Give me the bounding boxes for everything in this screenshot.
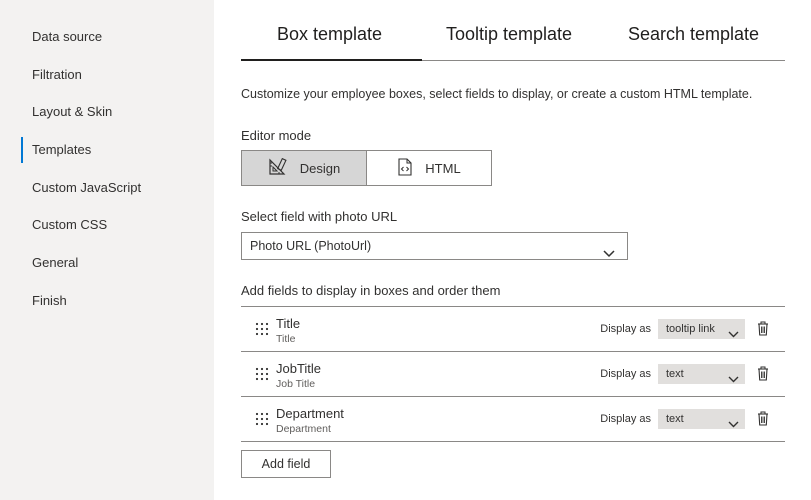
chevron-down-icon [728, 325, 739, 345]
template-tabs: Box template Tooltip template Search tem… [241, 0, 785, 61]
photo-field-label: Select field with photo URL [241, 209, 398, 224]
field-name: Department [276, 406, 344, 421]
sidebar-item-custom-javascript[interactable]: Custom JavaScript [21, 175, 214, 201]
page-description: Customize your employee boxes, select fi… [241, 87, 753, 101]
main-panel: Box template Tooltip template Search tem… [214, 0, 811, 500]
sidebar-item-finish[interactable]: Finish [21, 288, 214, 314]
field-name: JobTitle [276, 361, 322, 376]
field-subtitle: Title [276, 333, 296, 345]
field-row: Title Title Display as tooltip link [241, 307, 785, 352]
drag-handle-icon[interactable] [255, 367, 269, 386]
sidebar-item-general[interactable]: General [21, 250, 214, 276]
display-as-value: text [666, 368, 684, 380]
editor-mode-toggle: Design HTML [241, 150, 492, 186]
sidebar-item-layout-skin[interactable]: Layout & Skin [21, 99, 214, 125]
sidebar: Data source Filtration Layout & Skin Tem… [0, 0, 214, 500]
code-file-icon [397, 157, 425, 179]
sidebar-item-data-source[interactable]: Data source [21, 24, 214, 50]
design-mode-button[interactable]: Design [241, 150, 367, 186]
display-as-label: Display as [600, 368, 651, 380]
drag-handle-icon[interactable] [255, 412, 269, 431]
design-mode-label: Design [299, 160, 341, 176]
display-as-dropdown[interactable]: text [658, 409, 745, 429]
add-field-button[interactable]: Add field [241, 450, 331, 478]
display-as-value: tooltip link [666, 323, 715, 335]
field-subtitle: Department [276, 423, 331, 435]
photo-url-value: Photo URL (PhotoUrl) [250, 239, 372, 253]
delete-icon[interactable] [757, 321, 769, 341]
tab-search-template[interactable]: Search template [628, 24, 759, 60]
display-as-dropdown[interactable]: text [658, 364, 745, 384]
active-tab-indicator [241, 59, 422, 61]
field-name: Title [276, 316, 301, 331]
chevron-down-icon [728, 415, 739, 435]
display-as-value: text [666, 413, 684, 425]
chevron-down-icon [728, 370, 739, 390]
sidebar-item-templates[interactable]: Templates [21, 137, 214, 163]
chevron-down-icon [603, 241, 615, 267]
field-row: Department Department Display as text [241, 397, 785, 442]
field-list: Title Title Display as tooltip link JobT… [241, 306, 785, 442]
tab-box-template[interactable]: Box template [277, 24, 382, 60]
display-as-label: Display as [600, 413, 651, 425]
editor-mode-label: Editor mode [241, 128, 312, 143]
field-row: JobTitle Job Title Display as text [241, 352, 785, 397]
delete-icon[interactable] [757, 366, 769, 386]
design-ruler-icon [268, 157, 300, 179]
tab-tooltip-template[interactable]: Tooltip template [446, 24, 572, 60]
drag-handle-icon[interactable] [255, 322, 269, 341]
html-mode-label: HTML [425, 160, 461, 176]
display-as-dropdown[interactable]: tooltip link [658, 319, 745, 339]
photo-url-dropdown[interactable]: Photo URL (PhotoUrl) [241, 232, 628, 260]
field-subtitle: Job Title [276, 378, 316, 390]
display-as-label: Display as [600, 323, 651, 335]
delete-icon[interactable] [757, 411, 769, 431]
fields-section-title: Add fields to display in boxes and order… [241, 283, 501, 298]
sidebar-item-filtration[interactable]: Filtration [21, 62, 214, 88]
sidebar-item-custom-css[interactable]: Custom CSS [21, 212, 214, 238]
html-mode-button[interactable]: HTML [367, 150, 492, 186]
